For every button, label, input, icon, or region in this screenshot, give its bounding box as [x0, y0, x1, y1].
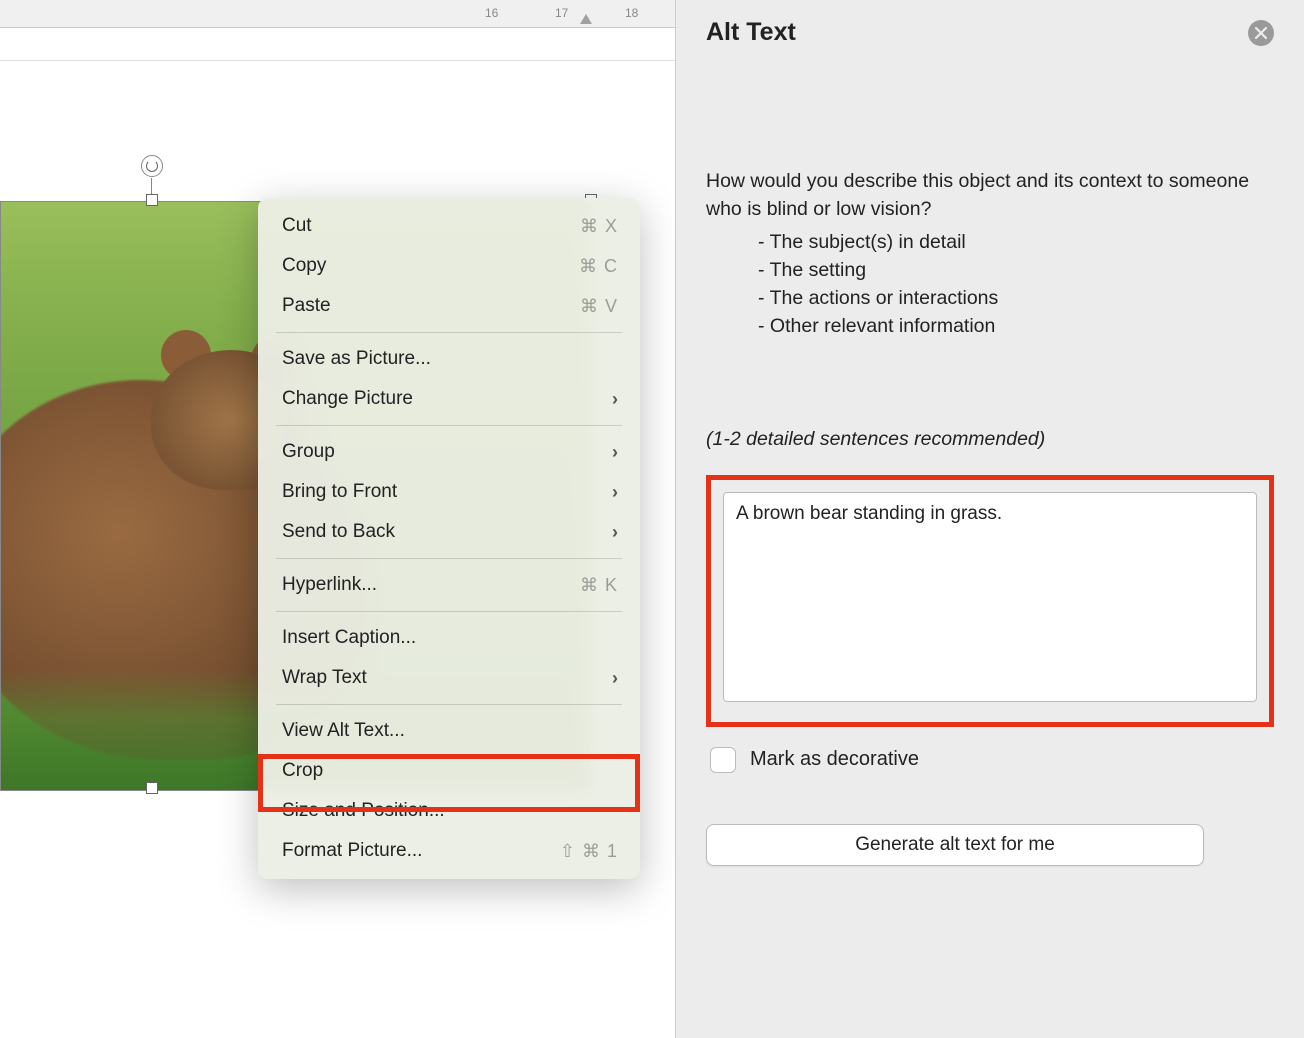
menu-item-change-picture[interactable]: Change Picture ›: [258, 379, 640, 419]
menu-item-insert-caption[interactable]: Insert Caption...: [258, 618, 640, 658]
menu-item-paste[interactable]: Paste ⌘ V: [258, 286, 640, 326]
menu-item-wrap-text[interactable]: Wrap Text ›: [258, 658, 640, 698]
menu-shortcut: ⇧ ⌘ 1: [560, 841, 618, 862]
menu-separator: [276, 558, 622, 559]
menu-separator: [276, 611, 622, 612]
rotate-icon: [146, 160, 158, 172]
chevron-right-icon: ›: [612, 522, 618, 543]
close-panel-button[interactable]: [1248, 20, 1274, 46]
menu-label: Group: [282, 441, 335, 463]
panel-bullet: The actions or interactions: [758, 284, 1274, 312]
menu-label: Save as Picture...: [282, 348, 431, 370]
ruler-mark-16: 16: [485, 6, 498, 20]
selection-handle-bottom[interactable]: [146, 782, 158, 794]
menu-label: Cut: [282, 215, 312, 237]
menu-shortcut: ⌘ V: [580, 296, 618, 317]
alt-text-input[interactable]: [723, 492, 1257, 702]
chevron-right-icon: ›: [612, 389, 618, 410]
menu-label: Send to Back: [282, 521, 395, 543]
context-menu: Cut ⌘ X Copy ⌘ C Paste ⌘ V Save as Pictu…: [258, 198, 640, 879]
menu-label: Insert Caption...: [282, 627, 416, 649]
menu-label: View Alt Text...: [282, 720, 405, 742]
panel-prompt-text: How would you describe this object and i…: [706, 167, 1274, 224]
chevron-right-icon: ›: [612, 442, 618, 463]
panel-bullet: The subject(s) in detail: [758, 228, 1274, 256]
mark-decorative-label: Mark as decorative: [750, 745, 919, 774]
panel-title: Alt Text: [706, 18, 796, 47]
close-icon: [1255, 27, 1267, 39]
menu-item-hyperlink[interactable]: Hyperlink... ⌘ K: [258, 565, 640, 605]
panel-hint-text: (1-2 detailed sentences recommended): [706, 425, 1274, 453]
menu-item-group[interactable]: Group ›: [258, 432, 640, 472]
chevron-right-icon: ›: [612, 482, 618, 503]
menu-item-crop[interactable]: Crop: [258, 751, 640, 791]
indent-marker-icon[interactable]: [580, 14, 592, 24]
menu-item-copy[interactable]: Copy ⌘ C: [258, 246, 640, 286]
ruler-mark-17: 17: [555, 6, 568, 20]
menu-label: Paste: [282, 295, 331, 317]
annotation-highlight-box: [706, 475, 1274, 727]
menu-item-view-alt-text[interactable]: View Alt Text...: [258, 711, 640, 751]
menu-item-send-to-back[interactable]: Send to Back ›: [258, 512, 640, 552]
generate-alt-text-button[interactable]: Generate alt text for me: [706, 824, 1204, 866]
menu-label: Copy: [282, 255, 326, 277]
menu-item-save-as-picture[interactable]: Save as Picture...: [258, 339, 640, 379]
menu-separator: [276, 332, 622, 333]
menu-item-size-and-position[interactable]: Size and Position...: [258, 791, 640, 831]
menu-label: Bring to Front: [282, 481, 397, 503]
menu-shortcut: ⌘ C: [579, 256, 618, 277]
selection-handle-top[interactable]: [146, 194, 158, 206]
menu-shortcut: ⌘ X: [580, 216, 618, 237]
alt-text-panel: Alt Text How would you describe this obj…: [675, 0, 1304, 1038]
menu-item-bring-to-front[interactable]: Bring to Front ›: [258, 472, 640, 512]
mark-decorative-checkbox[interactable]: [710, 747, 736, 773]
menu-label: Hyperlink...: [282, 574, 377, 596]
chevron-right-icon: ›: [612, 668, 618, 689]
menu-label: Format Picture...: [282, 840, 422, 862]
horizontal-ruler[interactable]: 16 17 18: [0, 0, 675, 28]
menu-separator: [276, 425, 622, 426]
menu-label: Change Picture: [282, 388, 413, 410]
panel-bullet: The setting: [758, 256, 1274, 284]
menu-item-format-picture[interactable]: Format Picture... ⇧ ⌘ 1: [258, 831, 640, 871]
menu-label: Wrap Text: [282, 667, 367, 689]
rotate-handle[interactable]: [141, 155, 163, 177]
menu-label: Crop: [282, 760, 323, 782]
menu-item-cut[interactable]: Cut ⌘ X: [258, 206, 640, 246]
panel-bullet: Other relevant information: [758, 312, 1274, 340]
menu-shortcut: ⌘ K: [580, 575, 618, 596]
ruler-mark-18: 18: [625, 6, 638, 20]
menu-separator: [276, 704, 622, 705]
menu-label: Size and Position...: [282, 800, 445, 822]
